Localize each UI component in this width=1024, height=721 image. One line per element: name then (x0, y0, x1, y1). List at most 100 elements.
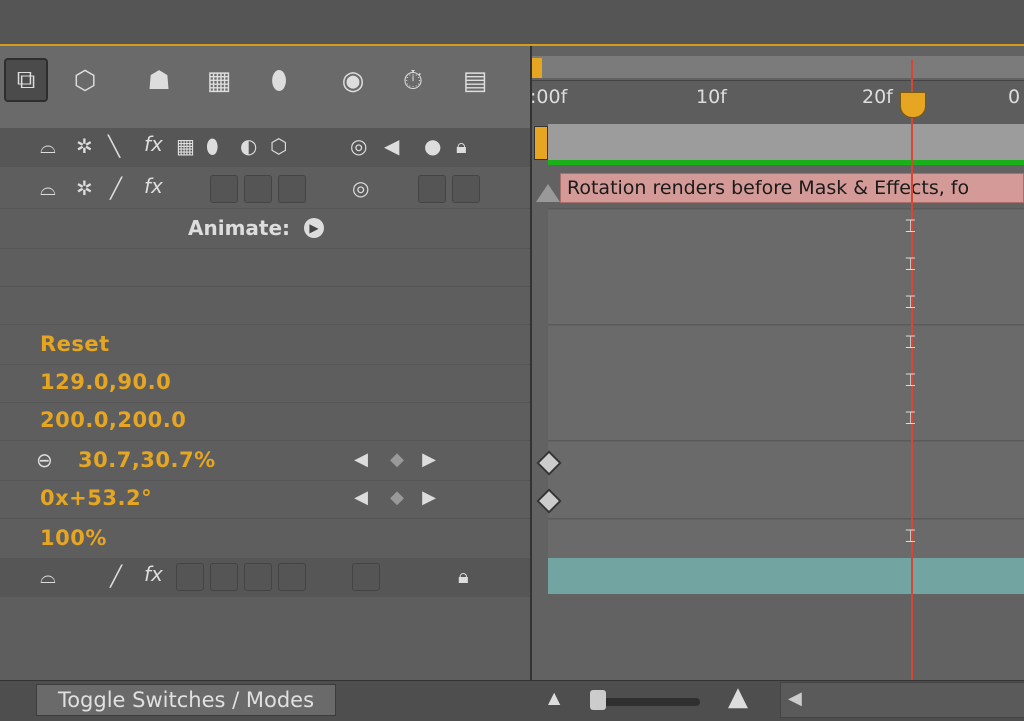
switch-box[interactable] (278, 175, 306, 203)
collapse-switch-icon[interactable]: ✲ (76, 176, 93, 200)
timeline-row (548, 248, 1024, 287)
hold-marker-icon: ⌶ (905, 370, 916, 391)
property-row: 0x+53.2° ◀ ◆ ▶ (0, 480, 530, 519)
fx-switch-icon[interactable]: fx (144, 562, 163, 586)
ruler-tick-label: 20f (862, 86, 893, 108)
auto-keyframe-icon[interactable]: ⏱ (390, 58, 436, 104)
layer-switches-row: ⌓ ✲ ╱ fx ◎ (0, 170, 530, 209)
add-keyframe-icon[interactable]: ◆ (390, 446, 404, 474)
constrain-proportions-icon[interactable]: ⊖ (36, 448, 53, 472)
switch-box[interactable] (210, 175, 238, 203)
timeline-row (548, 442, 1024, 481)
switch-box[interactable] (176, 563, 204, 591)
switch-box[interactable] (244, 175, 272, 203)
work-area-start-handle[interactable] (534, 126, 548, 160)
hold-marker-icon: ⌶ (905, 292, 916, 313)
scale-value[interactable]: 30.7,30.7% (78, 448, 216, 472)
property-row: 100% (0, 520, 530, 559)
quality-switch-icon[interactable]: ╱ (110, 564, 122, 588)
rotation-value[interactable]: 0x+53.2° (40, 486, 152, 510)
property-row: Reset (0, 326, 530, 365)
lock-icon[interactable]: 🔒︎ (458, 564, 469, 588)
solo-icon[interactable]: ● (424, 134, 441, 158)
frame-blend-icon[interactable]: ▦ (176, 134, 195, 158)
switch-box[interactable] (418, 175, 446, 203)
motion-blur-icon[interactable]: ⬮ (256, 58, 302, 104)
frame-blending-icon[interactable]: ▦ (196, 58, 242, 104)
hold-marker-icon: ⌶ (905, 408, 916, 429)
motion-blur-icon[interactable]: ⬮ (206, 134, 219, 158)
layer-duration-bar[interactable] (548, 558, 1024, 594)
playhead-handle[interactable] (900, 92, 926, 118)
brainstorm-icon[interactable]: ◉ (330, 58, 376, 104)
timeline-row (548, 210, 1024, 249)
timeline-row (548, 364, 1024, 403)
hold-marker-icon: ⌶ (905, 216, 916, 237)
layer-in-point-icon[interactable] (536, 184, 560, 202)
fx-switch-icon[interactable]: fx (144, 174, 163, 198)
fx-icon[interactable]: fx (144, 132, 163, 156)
hide-shy-icon[interactable]: ☗ (136, 58, 182, 104)
ruler-tick-label: 10f (696, 86, 727, 108)
position-value[interactable]: 200.0,200.0 (40, 408, 186, 432)
video-eye-icon[interactable]: ◎ (350, 134, 367, 158)
scroll-left-icon[interactable]: ◀ (788, 688, 802, 709)
switch-box[interactable] (352, 563, 380, 591)
switch-box[interactable] (244, 563, 272, 591)
opacity-value[interactable]: 100% (40, 526, 107, 550)
zoom-in-icon[interactable]: ▲ (728, 682, 748, 712)
empty-row (0, 286, 530, 325)
quality-switch-icon[interactable]: ╱ (110, 176, 122, 200)
shy-switch-icon[interactable]: ⌓ (40, 564, 56, 588)
graph-editor-icon[interactable]: ▤ (452, 58, 498, 104)
prev-keyframe-icon[interactable]: ◀ (354, 446, 368, 474)
animate-label[interactable]: Animate: (188, 216, 290, 240)
switch-box[interactable] (278, 563, 306, 591)
draft-3d-icon[interactable]: ⬡ (62, 58, 108, 104)
switch-box[interactable] (210, 563, 238, 591)
quality-icon[interactable]: ╲ (108, 134, 120, 158)
timeline-row (548, 286, 1024, 325)
property-row: 200.0,200.0 (0, 402, 530, 441)
hold-marker-icon: ⌶ (905, 526, 916, 547)
video-eye-icon[interactable]: ◎ (352, 176, 369, 200)
toggle-switches-modes-button[interactable]: Toggle Switches / Modes (36, 684, 336, 716)
audio-icon[interactable]: ◀ (384, 134, 399, 158)
comp-marker-icon[interactable]: ⧉ (4, 58, 48, 102)
animate-menu-icon[interactable]: ▶ (304, 218, 324, 238)
zoom-slider-track[interactable] (594, 698, 700, 706)
switch-box[interactable] (452, 175, 480, 203)
error-message-bar: Rotation renders before Mask & Effects, … (560, 173, 1024, 203)
property-row: 129.0,90.0 (0, 364, 530, 403)
time-ruler[interactable] (532, 80, 1024, 125)
hold-marker-icon: ⌶ (905, 332, 916, 353)
navigator-start-handle[interactable] (532, 58, 542, 78)
timeline-row (548, 402, 1024, 441)
zoom-out-icon[interactable]: ▲ (548, 688, 560, 707)
next-keyframe-icon[interactable]: ▶ (422, 484, 436, 512)
title-bar (0, 0, 1024, 46)
collapse-icon[interactable]: ✲ (76, 134, 93, 158)
reset-link[interactable]: Reset (40, 332, 110, 356)
shy-switch-icon[interactable]: ⌓ (40, 176, 56, 200)
time-navigator[interactable] (532, 56, 1024, 78)
switches-header-row: ⌓ ✲ ╲ fx ▦ ⬮ ◐ ⬡ ◎ ◀ ● 🔒︎ (0, 128, 530, 167)
horizontal-scrollbar[interactable] (780, 682, 1024, 718)
timeline-row (548, 520, 1024, 559)
hold-marker-icon: ⌶ (905, 254, 916, 275)
next-keyframe-icon[interactable]: ▶ (422, 446, 436, 474)
timeline-row (548, 480, 1024, 519)
ruler-tick-label: :00f (530, 86, 568, 108)
prev-keyframe-icon[interactable]: ◀ (354, 484, 368, 512)
layer-row: ⌓ ╱ fx 🔒︎ (0, 558, 530, 597)
adjustment-icon[interactable]: ◐ (240, 134, 257, 158)
work-area-bar[interactable] (548, 124, 1024, 160)
animate-row: Animate: ▶ (0, 210, 530, 249)
anchor-point-value[interactable]: 129.0,90.0 (40, 370, 171, 394)
lock-icon[interactable]: 🔒︎ (456, 134, 467, 158)
zoom-slider-thumb[interactable] (590, 690, 606, 710)
property-row: ⊖ 30.7,30.7% ◀ ◆ ▶ (0, 442, 530, 481)
shy-icon[interactable]: ⌓ (40, 134, 56, 158)
add-keyframe-icon[interactable]: ◆ (390, 484, 404, 512)
3d-icon[interactable]: ⬡ (270, 134, 287, 158)
